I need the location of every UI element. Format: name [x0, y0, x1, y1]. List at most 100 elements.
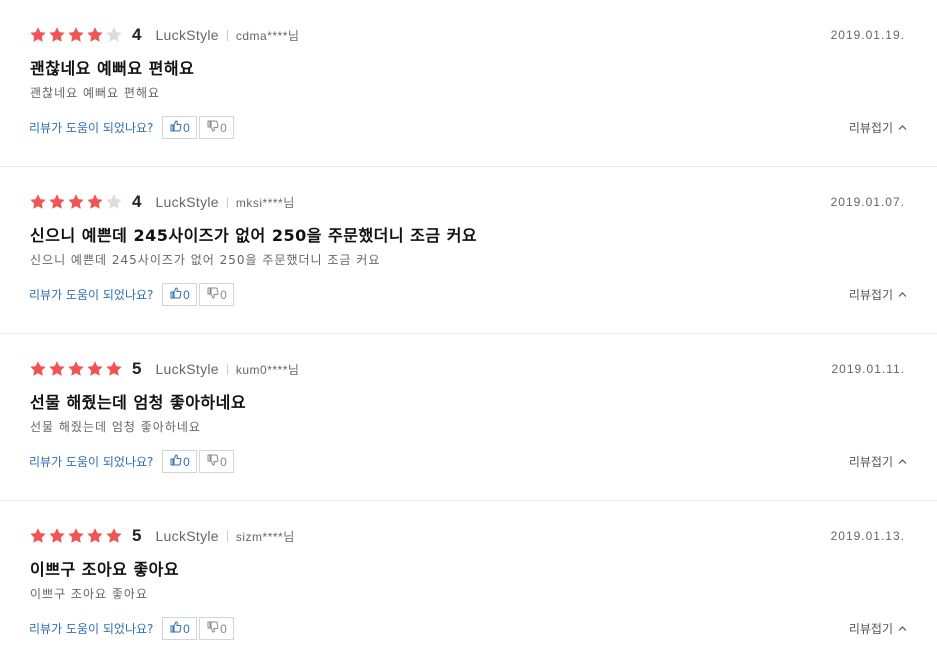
star-icon [48, 527, 66, 545]
like-button[interactable]: 0 [162, 617, 198, 640]
divider [226, 530, 228, 542]
divider [226, 363, 228, 375]
reviewer-id: cdma****님 [235, 28, 300, 43]
chevron-up-icon [893, 121, 907, 135]
review-date: 2019.01.07. [830, 195, 905, 209]
review-date: 2019.01.13. [830, 529, 905, 543]
fold-review-button[interactable]: 리뷰접기 [849, 453, 907, 470]
rating-line: 4 LuckStyle mksi****님 [29, 192, 295, 212]
star-icon [29, 360, 47, 378]
thumbs-up-icon [170, 454, 183, 469]
review-body: 선물 해줬는데 엄청 좋아하네요 [30, 420, 201, 434]
star-icon [105, 26, 123, 44]
helpful-question: 리뷰가 도움이 되었나요? [29, 121, 154, 135]
helpful-question: 리뷰가 도움이 되었나요? [29, 622, 154, 636]
star-icon [105, 360, 123, 378]
star-rating [29, 26, 124, 44]
chevron-up-icon [893, 288, 907, 302]
chevron-up-icon [893, 622, 907, 636]
helpful-question: 리뷰가 도움이 되었나요? [29, 288, 154, 302]
seller-name: LuckStyle [155, 27, 219, 43]
fold-label: 리뷰접기 [848, 121, 893, 135]
thumbs-down-icon [207, 621, 220, 636]
star-icon [29, 26, 47, 44]
dislike-button[interactable]: 0 [199, 116, 235, 139]
star-icon [67, 193, 85, 211]
star-icon [67, 26, 85, 44]
review-item: 5 LuckStyle kum0****님 2019.01.11. 선물 해줬는… [0, 334, 937, 501]
star-rating [29, 527, 124, 545]
reviewer-id: kum0****님 [235, 362, 300, 377]
dislike-count: 0 [220, 621, 227, 636]
divider [226, 29, 228, 41]
divider [226, 196, 228, 208]
star-icon [48, 26, 66, 44]
helpful-feedback: 리뷰가 도움이 되었나요? 0 0 [29, 449, 236, 474]
thumbs-down-icon [207, 120, 220, 135]
dislike-count: 0 [220, 287, 227, 302]
review-title: 신으니 예쁜데 245사이즈가 없어 250을 주문했더니 조금 커요 [30, 226, 478, 245]
star-icon [29, 527, 47, 545]
rating-line: 5 LuckStyle kum0****님 [29, 359, 299, 379]
star-icon [29, 193, 47, 211]
like-button[interactable]: 0 [162, 450, 198, 473]
review-title: 선물 해줬는데 엄청 좋아하네요 [30, 393, 247, 412]
seller-name: LuckStyle [155, 361, 219, 377]
star-rating [29, 193, 124, 211]
star-icon [48, 360, 66, 378]
review-title: 괜찮네요 예뻐요 편해요 [30, 59, 195, 78]
dislike-button[interactable]: 0 [199, 450, 235, 473]
thumbs-up-icon [170, 621, 183, 636]
star-icon [105, 527, 123, 545]
helpful-feedback: 리뷰가 도움이 되었나요? 0 0 [29, 616, 236, 641]
star-icon [86, 527, 104, 545]
reviewer-id: sizm****님 [235, 529, 295, 544]
star-icon [86, 193, 104, 211]
fold-label: 리뷰접기 [848, 455, 893, 469]
rating-line: 4 LuckStyle cdma****님 [29, 25, 299, 45]
star-icon [48, 193, 66, 211]
rating-score: 5 [132, 526, 142, 545]
rating-score: 4 [132, 25, 142, 44]
review-body: 신으니 예쁜데 245사이즈가 없어 250을 주문했더니 조금 커요 [30, 253, 381, 267]
star-rating [29, 360, 124, 378]
fold-label: 리뷰접기 [848, 288, 893, 302]
helpful-feedback: 리뷰가 도움이 되었나요? 0 0 [29, 282, 236, 307]
fold-review-button[interactable]: 리뷰접기 [849, 119, 907, 136]
rating-score: 5 [132, 359, 142, 378]
like-count: 0 [183, 120, 190, 135]
rating-score: 4 [132, 192, 142, 211]
like-button[interactable]: 0 [162, 116, 198, 139]
reviewer-id: mksi****님 [235, 195, 295, 210]
dislike-count: 0 [220, 120, 227, 135]
like-button[interactable]: 0 [162, 283, 198, 306]
star-icon [67, 360, 85, 378]
like-count: 0 [183, 621, 190, 636]
review-list: 4 LuckStyle cdma****님 2019.01.19. 괜찮네요 예… [0, 0, 937, 668]
review-item: 4 LuckStyle mksi****님 2019.01.07. 신으니 예쁜… [0, 167, 937, 334]
seller-name: LuckStyle [155, 194, 219, 210]
star-icon [86, 26, 104, 44]
thumbs-up-icon [170, 287, 183, 302]
thumbs-up-icon [170, 120, 183, 135]
helpful-question: 리뷰가 도움이 되었나요? [29, 455, 154, 469]
like-count: 0 [183, 287, 190, 302]
review-title: 이쁘구 조아요 좋아요 [30, 560, 180, 579]
review-date: 2019.01.11. [831, 362, 905, 376]
helpful-feedback: 리뷰가 도움이 되었나요? 0 0 [29, 115, 236, 140]
star-icon [105, 193, 123, 211]
review-body: 이쁘구 조아요 좋아요 [30, 587, 148, 601]
review-item: 5 LuckStyle sizm****님 2019.01.13. 이쁘구 조아… [0, 501, 937, 668]
fold-review-button[interactable]: 리뷰접기 [849, 620, 907, 637]
review-item: 4 LuckStyle cdma****님 2019.01.19. 괜찮네요 예… [0, 0, 937, 167]
thumbs-down-icon [207, 287, 220, 302]
review-body: 괜찮네요 예뻐요 편해요 [30, 86, 161, 100]
dislike-button[interactable]: 0 [199, 283, 235, 306]
fold-label: 리뷰접기 [848, 622, 893, 636]
seller-name: LuckStyle [155, 528, 219, 544]
fold-review-button[interactable]: 리뷰접기 [849, 286, 907, 303]
review-date: 2019.01.19. [830, 28, 905, 42]
dislike-count: 0 [220, 454, 227, 469]
dislike-button[interactable]: 0 [199, 617, 235, 640]
star-icon [67, 527, 85, 545]
